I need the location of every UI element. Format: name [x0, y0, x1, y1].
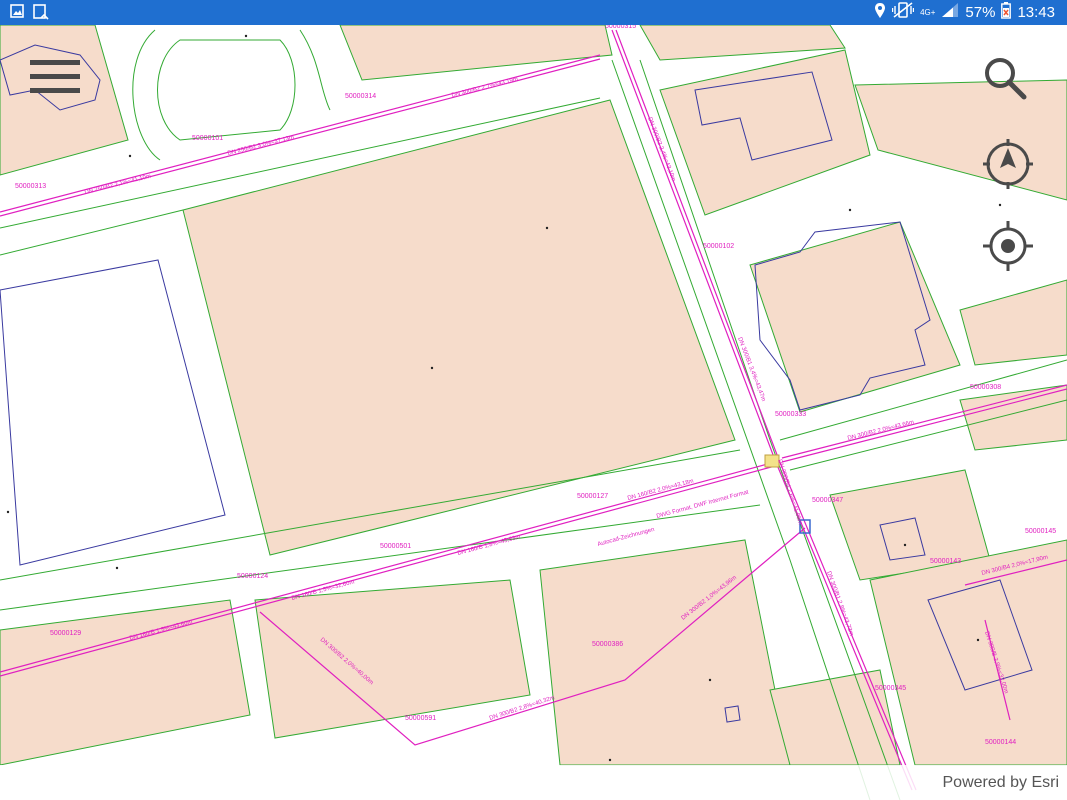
node-label: 50000315: [605, 25, 636, 30]
node-label: 50000345: [875, 685, 906, 692]
node-label: 50000314: [345, 93, 376, 100]
map-canvas[interactable]: 50000313 50000101 50000314 50000315 5000…: [0, 25, 1067, 800]
status-bar: 4G+ 57% 13:43: [0, 0, 1067, 25]
node-label: 50000101: [192, 135, 223, 142]
attribution-bar: Powered by Esri: [0, 765, 1067, 800]
node-label: 50000501: [380, 543, 411, 550]
node-label: 50000591: [405, 715, 436, 722]
attribution-text: Powered by Esri: [942, 773, 1060, 791]
node-label: 50000124: [237, 573, 268, 580]
node-label: 50000129: [50, 630, 81, 637]
map-view[interactable]: 50000313 50000101 50000314 50000315 5000…: [0, 25, 1067, 800]
search-button[interactable]: [982, 55, 1038, 111]
battery-percent: 57%: [965, 4, 996, 21]
network-type: 4G+: [920, 7, 936, 17]
search-icon: [985, 58, 1027, 100]
clock: 13:43: [1017, 4, 1055, 21]
battery-icon: [1001, 1, 1012, 24]
hamburger-menu-icon: [30, 60, 80, 93]
node-label: 50000347: [812, 497, 843, 504]
locate-button[interactable]: [982, 220, 1038, 276]
download-icon: [33, 4, 49, 25]
vibrate-icon: [891, 2, 915, 23]
compass-button[interactable]: [982, 138, 1038, 194]
node-label: 50000308: [970, 384, 1001, 391]
node-label: 50000127: [577, 493, 608, 500]
gallery-icon: [10, 4, 24, 25]
location-icon: [874, 2, 886, 24]
node-label: 50000144: [985, 739, 1016, 746]
node-label: 50000386: [592, 641, 623, 648]
menu-button[interactable]: [28, 57, 84, 113]
node-label: 50000143: [930, 558, 961, 565]
signal-icon: [941, 2, 959, 23]
compass-icon: [983, 139, 1033, 189]
node-label: 50000145: [1025, 528, 1056, 535]
locate-icon: [983, 221, 1033, 271]
node-label: 50000102: [703, 243, 734, 250]
node-label: 50000313: [15, 183, 46, 190]
node-label: 50000333: [775, 411, 806, 418]
